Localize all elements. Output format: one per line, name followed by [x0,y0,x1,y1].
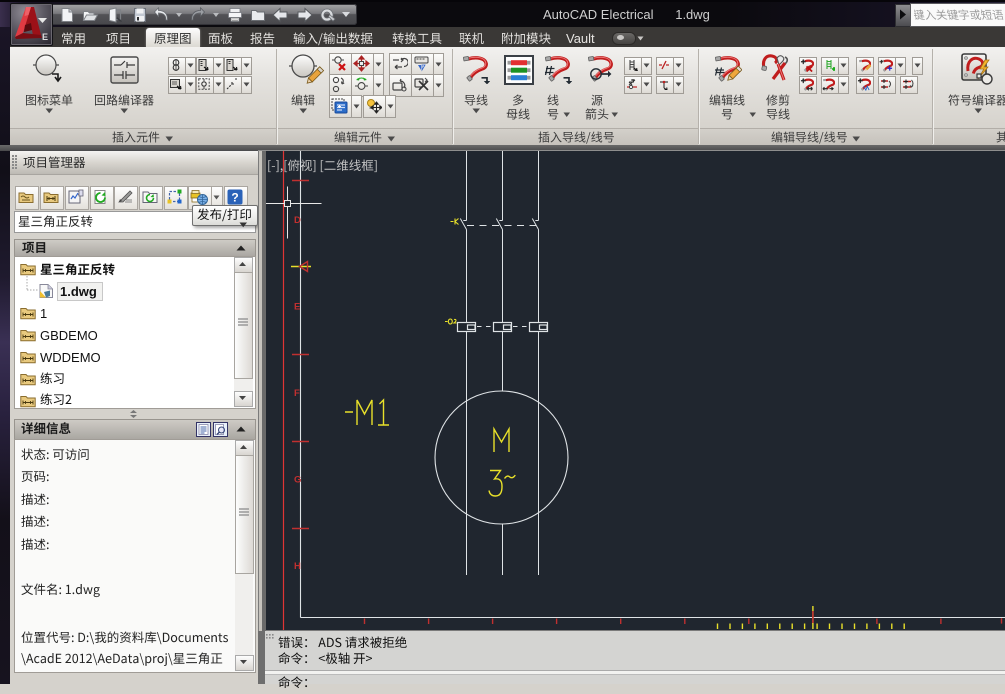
svg-text:F: F [294,388,300,399]
svg-text:D: D [294,215,301,226]
svg-text:G: G [294,475,301,486]
svg-text:E: E [294,302,300,313]
svg-text:?: ? [231,191,238,205]
svg-text:H: H [294,561,301,572]
